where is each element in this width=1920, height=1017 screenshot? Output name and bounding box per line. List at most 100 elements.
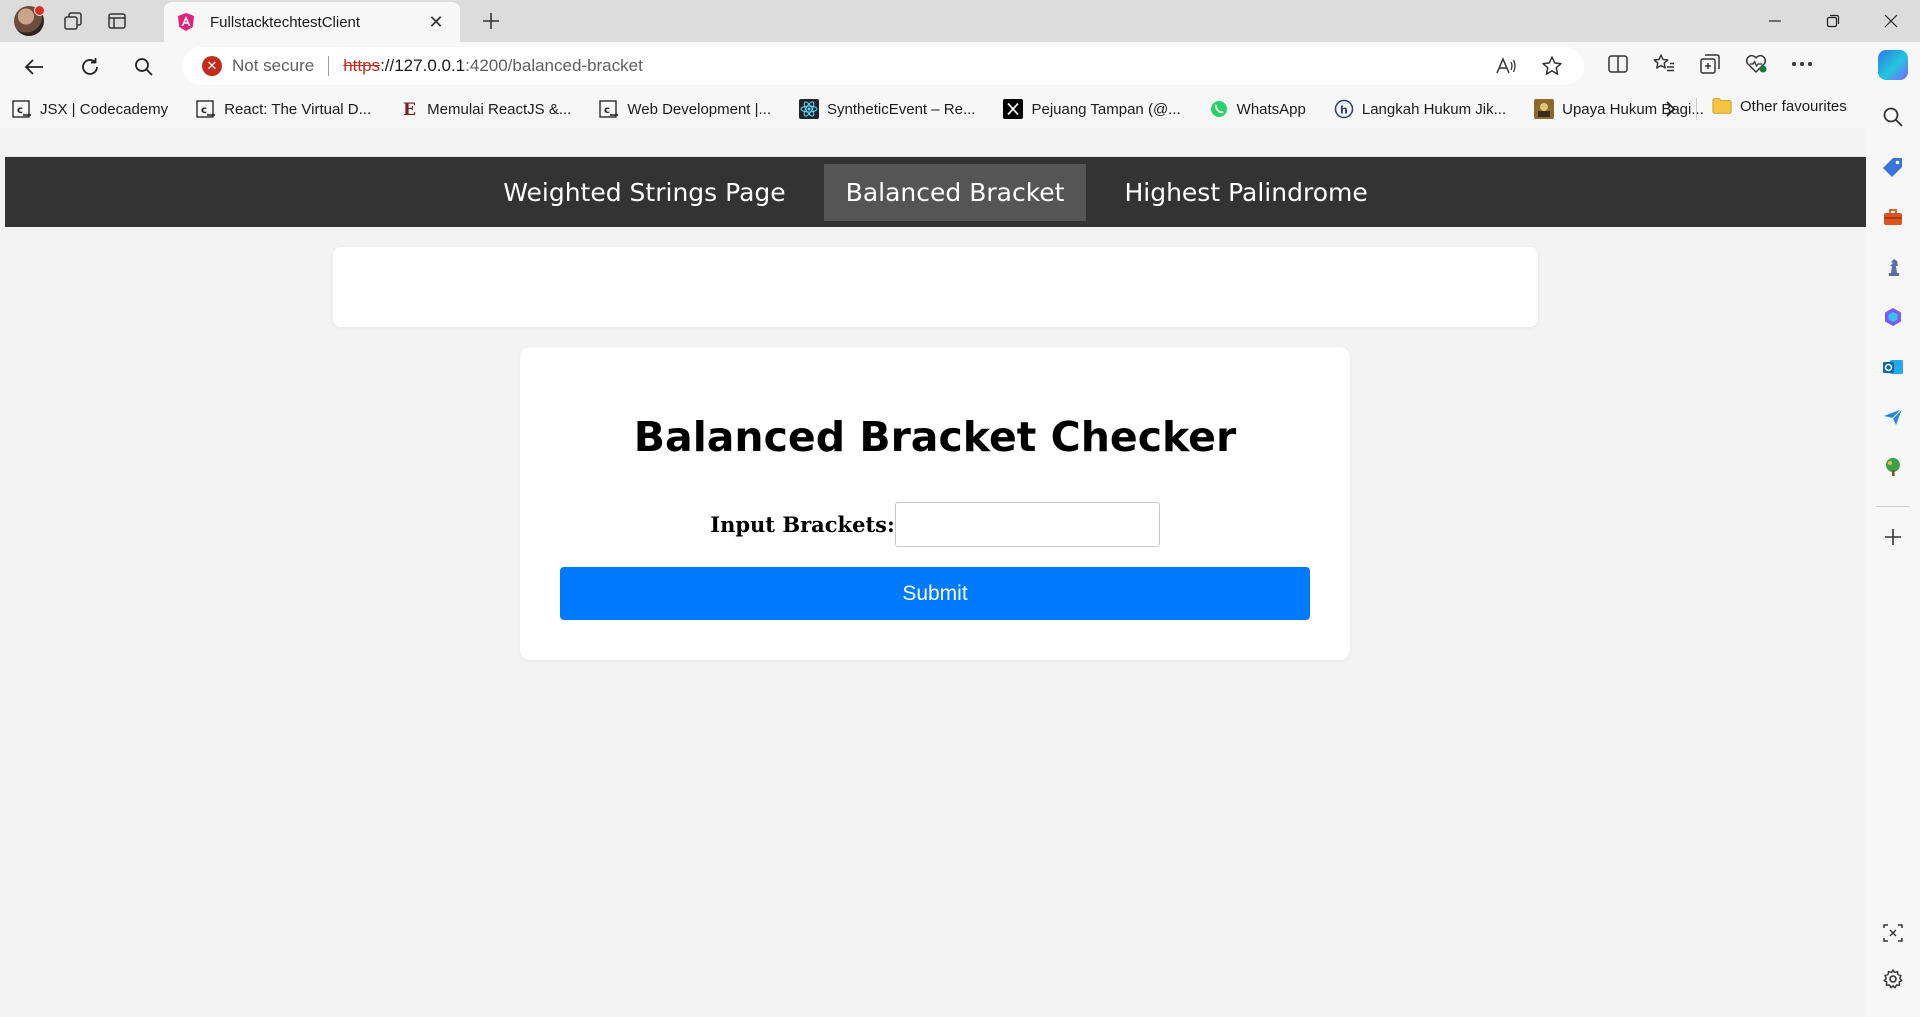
microsoft365-icon [1885,308,1901,326]
angular-icon [178,13,194,31]
svg-text:h: h [1340,104,1348,117]
favorite-star-button[interactable] [1538,53,1566,79]
bookmark-item[interactable]: c Web Development |... [599,99,771,119]
sidebar-drop-button[interactable] [1880,404,1906,430]
sidebar-outlook-button[interactable] [1880,354,1906,380]
sidebar-tree-button[interactable] [1880,454,1906,480]
bookmark-item[interactable]: E Memulai ReactJS &... [399,99,571,119]
collections-button[interactable] [1696,51,1724,77]
sidebar-m365-button[interactable] [1880,304,1906,330]
read-aloud-button[interactable] [1492,53,1520,79]
avatar [14,5,45,36]
sidebar-add-button[interactable] [1880,524,1906,550]
favorites-button[interactable] [1650,51,1678,77]
svg-text:c: c [604,105,610,116]
copilot-button[interactable] [1878,50,1908,80]
new-tab-button[interactable] [474,6,508,36]
search-button[interactable] [126,51,162,83]
folder-icon [1712,96,1732,116]
chess-piece-icon [1889,259,1899,276]
divider [328,56,330,76]
whatsapp-icon [1209,99,1229,119]
not-secure-icon[interactable]: ✕ [202,56,222,76]
toolbox-icon [1884,209,1902,225]
edge-sidebar [1866,90,1920,1017]
x-icon [1003,99,1024,119]
title-bar: FullstacktechtestClient ✕ [0,0,1920,42]
bookmark-item[interactable]: WhatsApp [1209,99,1306,119]
codecademy-icon: c [12,99,32,119]
more-bookmarks-button[interactable] [1656,96,1684,122]
nav-link-highest-palindrome[interactable]: Highest Palindrome [1102,164,1389,221]
screenshot-icon [1883,924,1903,942]
sidebar-settings-button[interactable] [1880,966,1906,992]
sidebar-screenshot-button[interactable] [1880,920,1906,946]
refresh-button[interactable] [72,51,108,83]
svg-text:c: c [201,105,207,116]
svg-text:c: c [17,105,23,116]
plus-icon [483,13,499,29]
brackets-input[interactable] [894,502,1160,547]
bookmark-item[interactable]: c JSX | Codecademy [12,99,168,119]
codecademy-icon: c [599,99,619,119]
bookmark-item[interactable]: Pejuang Tampan (@... [1003,99,1181,119]
tab-actions-button[interactable] [98,5,136,37]
bookmark-item[interactable]: h Langkah Hukum Jik... [1334,99,1506,119]
plus-icon [1885,529,1901,545]
sidebar-shopping-button[interactable] [1880,154,1906,180]
nav-link-balanced-bracket[interactable]: Balanced Bracket [823,163,1087,221]
split-screen-icon [1608,55,1628,73]
codecademy-icon: c [196,99,216,119]
nav-link-weighted-strings[interactable]: Weighted Strings Page [481,164,807,221]
outlook-icon [1883,360,1903,374]
back-arrow-icon [24,59,43,75]
app-navbar: Weighted Strings Page Balanced Bracket H… [5,157,1866,227]
e-letter-icon: E [399,99,419,119]
close-icon [1884,14,1898,28]
back-button[interactable] [16,51,52,83]
sidebar-games-button[interactable] [1880,254,1906,280]
tree-icon [1886,458,1900,476]
tag-icon [1883,158,1902,177]
react-icon [799,99,820,119]
address-bar[interactable]: ✕ Not secure https://127.0.0.1:4200/bala… [182,47,1584,85]
workspaces-icon [64,12,82,30]
split-screen-button[interactable] [1604,51,1632,77]
minimize-icon [1769,20,1781,22]
security-status[interactable]: Not secure [232,56,314,76]
navigation-bar: ✕ Not secure https://127.0.0.1:4200/bala… [0,42,1920,90]
gear-icon [1883,969,1903,989]
other-favourites-folder[interactable]: Other favourites [1712,96,1847,116]
sidebar-tools-button[interactable] [1880,204,1906,230]
divider [1696,98,1697,120]
bookmark-item[interactable]: SyntheticEvent – Re... [799,99,975,119]
sidebar-search-button[interactable] [1880,104,1906,130]
favorites-list-icon [1653,54,1674,72]
workspaces-button[interactable] [54,5,92,37]
settings-more-button[interactable] [1788,51,1816,77]
svg-text:E: E [403,100,416,119]
submit-button[interactable]: Submit [560,567,1310,620]
page-title: Balanced Bracket Checker [633,413,1237,461]
search-icon [1883,107,1903,127]
restore-icon [1826,14,1840,28]
refresh-icon [82,58,98,75]
url-text[interactable]: https://127.0.0.1:4200/balanced-bracket [343,56,643,76]
vertical-tabs-icon [108,13,126,29]
empty-result-card [333,247,1538,327]
minimize-button[interactable] [1746,0,1804,42]
divider [1876,506,1910,507]
heart-pulse-icon [1745,54,1767,73]
browser-tab-active[interactable]: FullstacktechtestClient ✕ [164,2,460,42]
close-window-button[interactable] [1862,0,1920,42]
bookmark-item[interactable]: c React: The Virtual D... [196,99,371,119]
collections-icon [1700,54,1720,74]
image-thumb-icon [1534,99,1555,119]
bookmarks-bar: c JSX | Codecademy c React: The Virtual … [0,90,1880,128]
close-tab-icon[interactable]: ✕ [424,12,448,33]
chevron-right-icon [1666,101,1676,117]
profile-button[interactable] [10,5,48,37]
send-icon [1884,408,1903,425]
restore-button[interactable] [1804,0,1862,42]
browser-essentials-button[interactable] [1742,51,1770,77]
